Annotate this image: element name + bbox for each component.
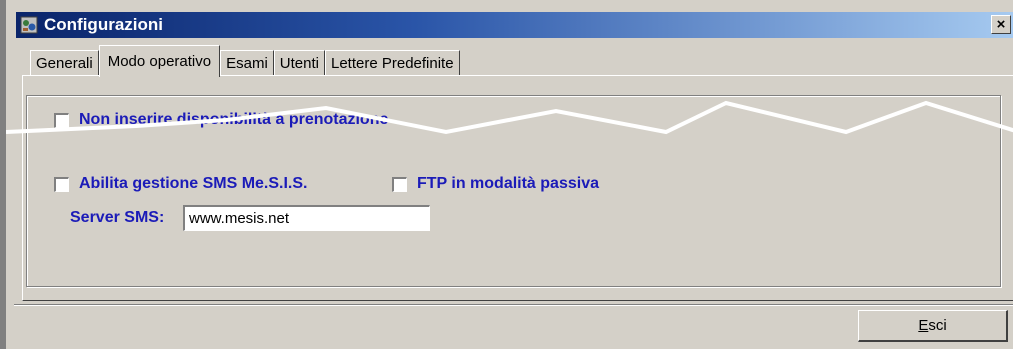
- ftp-passive-checkbox[interactable]: [392, 176, 407, 192]
- app-icon: [20, 16, 38, 34]
- no-insert-availability-checkbox[interactable]: [54, 112, 69, 128]
- sms-management-label: Abilita gestione SMS Me.S.I.S.: [79, 175, 308, 192]
- close-icon: ×: [996, 16, 1006, 33]
- option-no-insert-availability[interactable]: Non inserire disponibilità a prenotazion…: [54, 111, 388, 129]
- sms-management-checkbox[interactable]: [54, 176, 69, 192]
- close-button[interactable]: ×: [991, 15, 1011, 34]
- footer-divider: [14, 304, 1013, 306]
- option-ftp-passive[interactable]: FTP in modalità passiva: [392, 175, 599, 193]
- exit-button-mnemonic: E: [918, 317, 929, 334]
- exit-button-label: sci: [928, 317, 947, 334]
- tab-lettere-predefinite[interactable]: Lettere Predefinite: [324, 50, 460, 76]
- tab-esami[interactable]: Esami: [220, 50, 274, 76]
- config-window: Configurazioni × Generali Modo operativo…: [0, 0, 1013, 349]
- tab-generali[interactable]: Generali: [30, 50, 99, 76]
- no-insert-availability-label: Non inserire disponibilità a prenotazion…: [79, 111, 389, 128]
- server-sms-label: Server SMS:: [70, 209, 165, 226]
- tab-utenti[interactable]: Utenti: [273, 50, 325, 76]
- ftp-passive-label: FTP in modalità passiva: [417, 175, 599, 192]
- tab-strip: Generali Modo operativo Esami Utenti Let…: [30, 44, 460, 77]
- exit-button[interactable]: Esci: [858, 310, 1008, 342]
- tab-modo-operativo[interactable]: Modo operativo: [98, 45, 221, 77]
- server-sms-input[interactable]: [183, 205, 430, 231]
- window-title: Configurazioni: [44, 15, 163, 34]
- title-bar[interactable]: Configurazioni ×: [16, 12, 1013, 38]
- option-sms-management[interactable]: Abilita gestione SMS Me.S.I.S.: [54, 175, 307, 193]
